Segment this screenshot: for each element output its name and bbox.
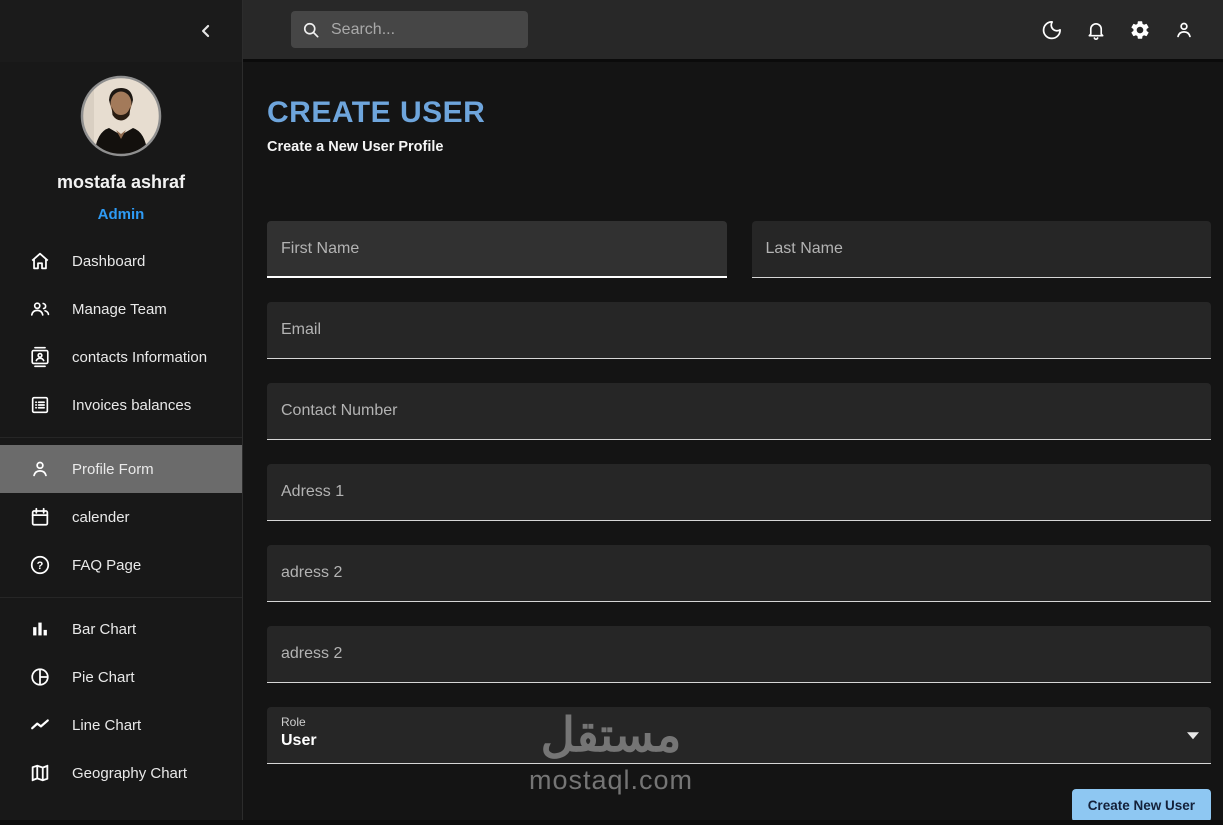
search-icon[interactable]: [301, 20, 321, 40]
topbar: [243, 0, 1223, 62]
first-name-field-wrap: [267, 221, 727, 278]
invoices-icon: [28, 393, 52, 417]
address2-field[interactable]: [267, 545, 1211, 602]
moon-icon: [1041, 19, 1063, 41]
sidebar-item-line-chart[interactable]: Line Chart: [0, 701, 242, 749]
line-chart-icon: [28, 713, 52, 737]
create-user-form: Role User: [267, 221, 1211, 764]
help-icon: ?: [28, 553, 52, 577]
sidebar-item-label: FAQ Page: [72, 556, 142, 574]
sidebar-item-label: contacts Information: [72, 348, 208, 366]
bell-icon: [1085, 19, 1107, 41]
svg-text:?: ?: [37, 560, 44, 572]
notifications-button[interactable]: [1074, 8, 1118, 52]
sidebar-item-calendar[interactable]: calender: [0, 493, 242, 541]
search-input[interactable]: [331, 20, 538, 39]
sidebar-item-pie-chart[interactable]: Pie Chart: [0, 653, 242, 701]
address2b-field[interactable]: [267, 626, 1211, 683]
first-name-field[interactable]: [267, 221, 727, 278]
sidebar-menu: Dashboard Manage Team contacts Informati…: [0, 237, 242, 797]
contact-number-field[interactable]: [267, 383, 1211, 440]
chevron-down-icon: [1187, 732, 1199, 740]
address2-field-wrap: [267, 545, 1211, 602]
sidebar-item-label: Dashboard: [72, 252, 146, 270]
contact-number-field-wrap: [267, 383, 1211, 440]
sidebar-item-manage-team[interactable]: Manage Team: [0, 285, 242, 333]
search-box: [291, 11, 538, 48]
settings-button[interactable]: [1118, 8, 1162, 52]
sidebar-item-dashboard[interactable]: Dashboard: [0, 237, 242, 285]
sidebar-item-label: Pie Chart: [72, 668, 135, 686]
sidebar-item-label: Geography Chart: [72, 764, 188, 782]
sidebar-item-invoices-balances[interactable]: Invoices balances: [0, 381, 242, 429]
map-icon: [28, 761, 52, 785]
last-name-field-wrap: [751, 221, 1211, 278]
user-profile-card: mostafa ashraf Admin: [0, 62, 242, 223]
contacts-icon: [28, 345, 52, 369]
home-icon: [28, 249, 52, 273]
sidebar-item-contacts-information[interactable]: contacts Information: [0, 333, 242, 381]
address1-field[interactable]: [267, 464, 1211, 521]
address2b-field-wrap: [267, 626, 1211, 683]
sidebar-item-label: Invoices balances: [72, 396, 192, 414]
sidebar-header: [0, 0, 242, 62]
role-select-value: User: [281, 732, 317, 749]
sidebar-item-label: Profile Form: [72, 460, 154, 478]
calendar-icon: [28, 505, 52, 529]
email-field-wrap: [267, 302, 1211, 359]
people-icon: [28, 297, 52, 321]
sidebar-item-faq[interactable]: ? FAQ Page: [0, 541, 242, 589]
bottom-strip: [0, 820, 1223, 825]
dark-mode-button[interactable]: [1030, 8, 1074, 52]
sidebar-divider: [0, 429, 242, 445]
sidebar-divider: [0, 589, 242, 605]
bar-chart-icon: [28, 617, 52, 641]
sidebar: mostafa ashraf Admin Dashboard Manage Te…: [0, 0, 243, 825]
form-actions: Create New User: [267, 789, 1211, 822]
avatar[interactable]: [80, 75, 162, 157]
page-title: CREATE USER: [267, 96, 486, 129]
page-subtitle: Create a New User Profile: [267, 139, 444, 155]
create-new-user-button[interactable]: Create New User: [1071, 789, 1211, 822]
profile-name: mostafa ashraf: [56, 172, 186, 192]
sidebar-item-label: Manage Team: [72, 300, 167, 318]
sidebar-item-label: calender: [72, 508, 130, 526]
person-icon: [28, 457, 52, 481]
profile-role-badge: Admin: [97, 206, 145, 223]
topbar-actions: [1030, 8, 1223, 52]
pie-chart-icon: [28, 665, 52, 689]
chevron-left-icon: [196, 21, 216, 41]
profile-button[interactable]: [1162, 8, 1206, 52]
gear-icon: [1129, 19, 1151, 41]
sidebar-item-geography-chart[interactable]: Geography Chart: [0, 749, 242, 797]
sidebar-item-bar-chart[interactable]: Bar Chart: [0, 605, 242, 653]
role-select-label: Role: [281, 715, 306, 729]
person-icon: [1173, 19, 1195, 41]
sidebar-item-label: Line Chart: [72, 716, 142, 734]
role-select[interactable]: Role User: [267, 707, 1211, 764]
sidebar-item-profile-form[interactable]: Profile Form: [0, 445, 242, 493]
sidebar-item-label: Bar Chart: [72, 620, 137, 638]
email-field[interactable]: [267, 302, 1211, 359]
address1-field-wrap: [267, 464, 1211, 521]
main-content: CREATE USER Create a New User Profile Fi…: [243, 65, 1223, 825]
collapse-sidebar-button[interactable]: [186, 11, 226, 51]
last-name-field[interactable]: [751, 221, 1211, 278]
app-window: mostafa ashraf Admin Dashboard Manage Te…: [0, 0, 1223, 825]
